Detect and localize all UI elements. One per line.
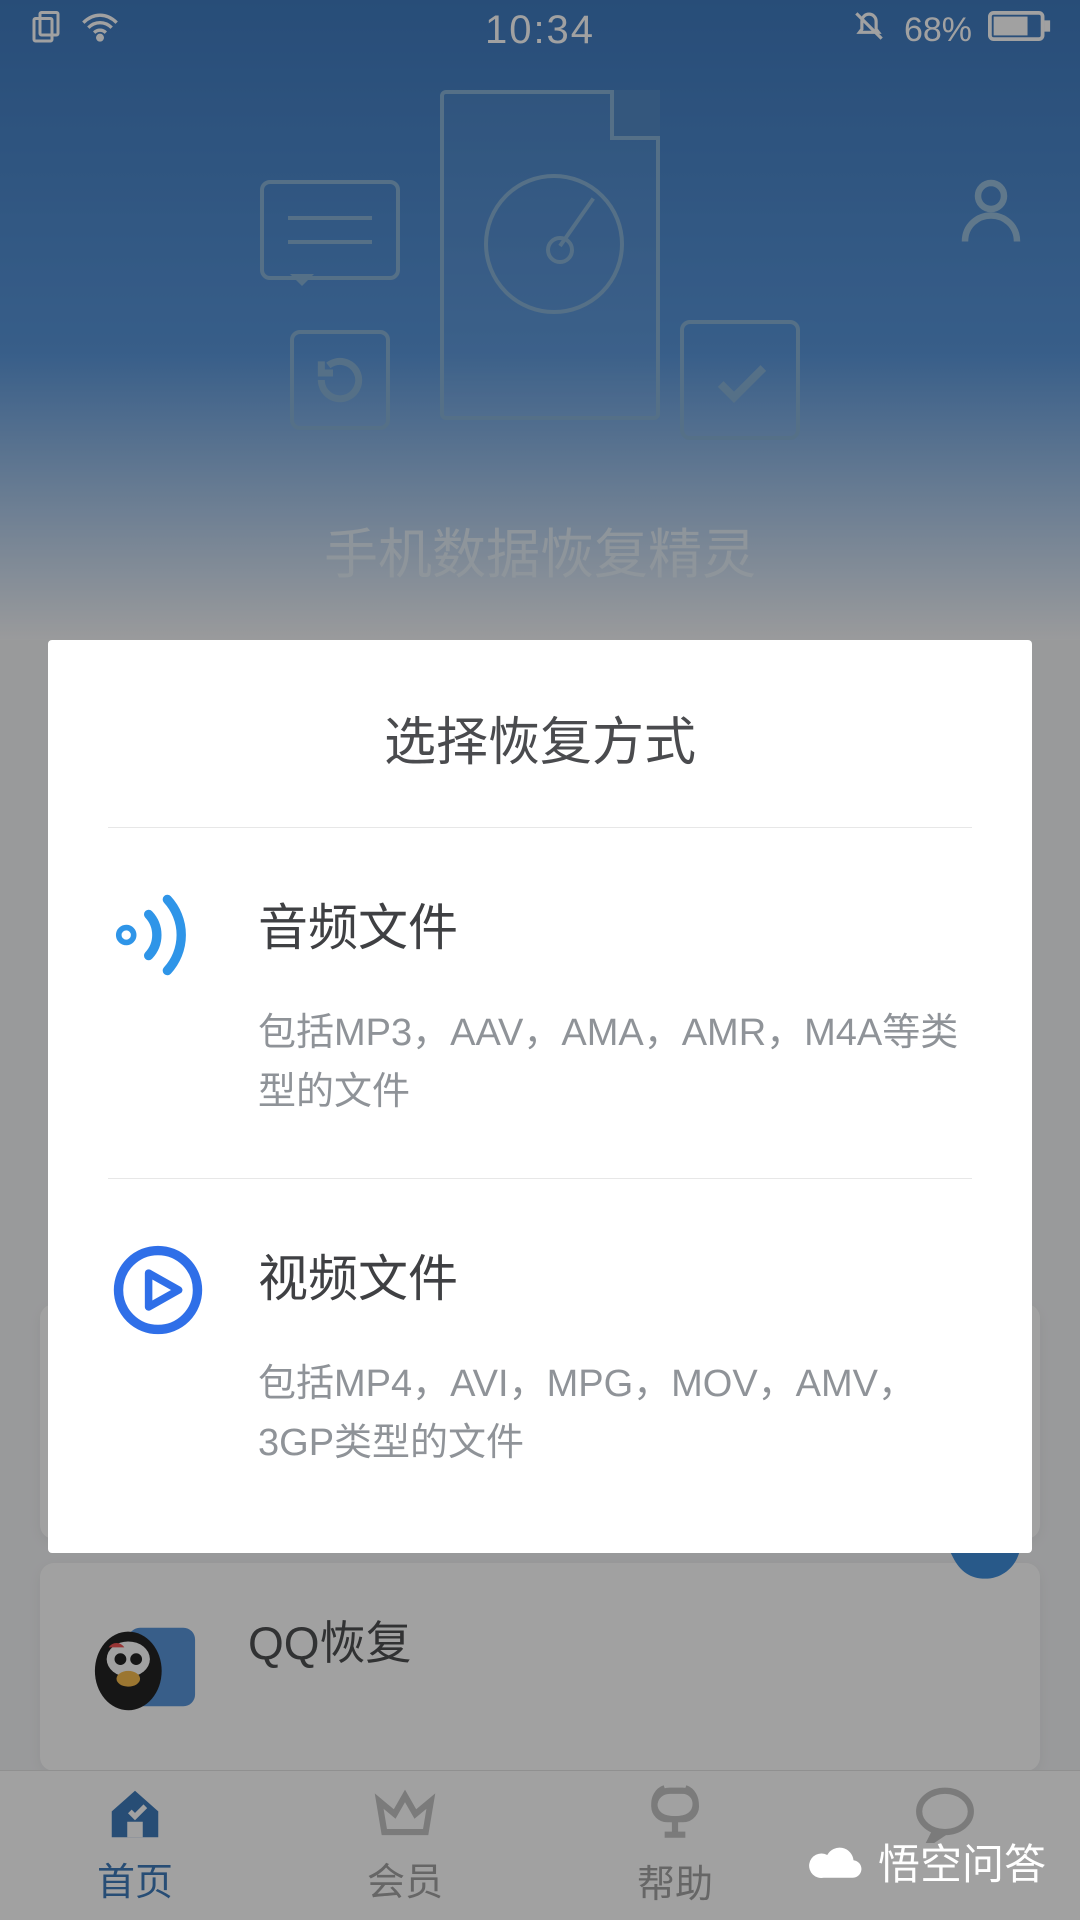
option-audio-title: 音频文件 — [258, 888, 972, 960]
recovery-method-modal: 选择恢复方式 音频文件 包括MP3，AAV，AMA，AMR，M4A等类型的文件 … — [48, 640, 1032, 1553]
option-audio[interactable]: 音频文件 包括MP3，AAV，AMA，AMR，M4A等类型的文件 — [48, 828, 1032, 1178]
watermark-text: 悟空问答 — [878, 1831, 1046, 1892]
close-button[interactable] — [480, 1210, 600, 1330]
close-icon — [509, 1239, 571, 1301]
modal-title: 选择恢复方式 — [48, 640, 1032, 827]
watermark: 悟空问答 — [794, 1823, 1060, 1900]
cloud-icon — [808, 1842, 864, 1882]
option-video-desc: 包括MP4，AVI，MPG，MOV，AMV，3GP类型的文件 — [258, 1355, 972, 1473]
audio-icon — [108, 892, 208, 978]
video-icon — [108, 1243, 208, 1337]
option-audio-desc: 包括MP3，AAV，AMA，AMR，M4A等类型的文件 — [258, 1004, 972, 1122]
option-video-title: 视频文件 — [258, 1239, 972, 1311]
